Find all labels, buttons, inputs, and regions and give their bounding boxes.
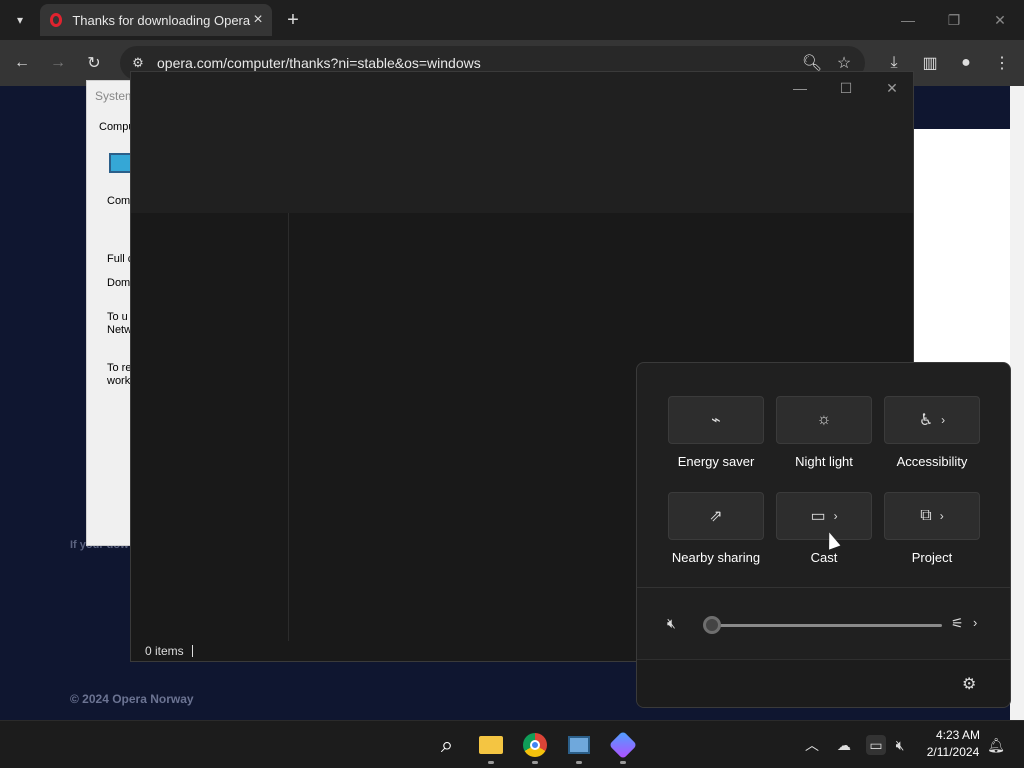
forward-button[interactable]: →	[46, 51, 70, 75]
accessibility-tile[interactable]: ♿︎ ›	[884, 396, 980, 444]
chevron-right-icon[interactable]: ›	[973, 615, 977, 630]
volume-muted-icon[interactable]: 🔇︎	[667, 615, 676, 632]
dialog-text: To re	[107, 362, 132, 374]
clock-date[interactable]: 2/11/2024	[920, 745, 986, 759]
status-separator	[192, 645, 193, 657]
night-light-icon: ☼	[816, 411, 832, 428]
cast-icon: ▭	[810, 508, 826, 525]
chrome-taskbar-icon[interactable]	[521, 731, 549, 759]
explorer-status-text: 0 items	[145, 644, 184, 658]
volume-slider-track[interactable]	[710, 624, 942, 627]
copilot-taskbar-icon[interactable]	[608, 730, 638, 760]
explorer-minimize-icon[interactable]: —	[785, 76, 815, 100]
search-icon[interactable]: ⌕	[433, 731, 461, 759]
url-text: opera.com/computer/thanks?ni=stable&os=w…	[157, 55, 481, 71]
browser-tabstrip: ▾ Thanks for downloading Opera × + — ❐ ✕	[0, 0, 1024, 40]
project-icon: ⧉	[920, 507, 932, 524]
volume-tray-icon[interactable]: 🔇︎	[890, 735, 910, 755]
minimize-icon[interactable]: —	[898, 10, 918, 30]
reload-button[interactable]: ↻	[82, 51, 106, 75]
explorer-close-icon[interactable]: ✕	[877, 76, 907, 100]
nearby-sharing-tile[interactable]: ⇗	[668, 492, 764, 540]
running-indicator	[576, 761, 582, 764]
chevron-right-icon[interactable]: ›	[940, 509, 944, 523]
dialog-title: System	[95, 89, 136, 103]
taskbar: ⌕ ︿ ☁ ▭ 🔇︎ 🔔︎	[0, 720, 1024, 768]
cast-tile[interactable]: ▭ ›	[776, 492, 872, 540]
night-light-tile[interactable]: ☼	[776, 396, 872, 444]
system-properties-taskbar-icon[interactable]	[565, 731, 593, 759]
accessibility-icon: ♿︎	[918, 412, 934, 429]
chevron-right-icon[interactable]: ›	[941, 413, 945, 427]
energy-saver-icon: ⌁	[711, 412, 721, 429]
quick-settings-footer: ⚙	[637, 659, 1010, 707]
dialog-text: work	[107, 375, 131, 387]
volume-slider-thumb[interactable]	[703, 616, 721, 634]
chevron-right-icon[interactable]: ›	[834, 509, 838, 523]
onedrive-icon[interactable]: ☁	[834, 735, 854, 755]
running-indicator	[620, 761, 626, 764]
running-indicator	[488, 761, 494, 764]
explorer-navigation-pane[interactable]	[131, 213, 289, 641]
settings-gear-icon[interactable]: ⚙	[962, 674, 976, 694]
share-icon: ⇗	[709, 508, 723, 525]
project-tile[interactable]: ⧉ ›	[884, 492, 980, 540]
restore-icon[interactable]: ❐	[944, 10, 964, 30]
accessibility-label: Accessibility	[896, 454, 968, 469]
browser-tab-active[interactable]: Thanks for downloading Opera ×	[40, 4, 272, 36]
night-light-label: Night light	[795, 454, 853, 469]
tab-title: Thanks for downloading Opera	[72, 12, 251, 28]
page-scrollbar[interactable]	[1010, 86, 1024, 720]
profile-avatar-icon[interactable]: ●	[954, 51, 978, 75]
close-window-icon[interactable]: ✕	[990, 10, 1010, 30]
file-explorer-taskbar-icon[interactable]	[477, 731, 505, 759]
quick-settings-divider	[637, 587, 1010, 588]
cast-label: Cast	[810, 550, 838, 565]
dialog-text: Netw	[107, 324, 133, 336]
back-button[interactable]: ←	[10, 51, 34, 75]
nearby-sharing-label: Nearby sharing	[671, 550, 761, 565]
page-footer: © 2024 Opera Norway	[70, 692, 194, 706]
notifications-bell-icon[interactable]: 🔔︎	[986, 735, 1006, 755]
running-indicator	[532, 761, 538, 764]
menu-kebab-icon[interactable]: ⋮	[990, 51, 1014, 75]
network-icon[interactable]: ▭	[866, 735, 886, 755]
tab-search-button[interactable]: ▾	[8, 8, 32, 32]
opera-favicon-icon	[50, 13, 63, 27]
new-tab-button[interactable]: +	[282, 9, 304, 31]
tab-close-icon[interactable]: ×	[250, 10, 266, 30]
energy-saver-label: Energy saver	[677, 454, 755, 469]
dialog-text: To u	[107, 311, 128, 323]
show-hidden-icons-chevron-icon[interactable]: ︿	[802, 735, 822, 755]
side-panel-icon[interactable]: ▥	[918, 51, 942, 75]
audio-output-icon[interactable]: ⚟	[951, 615, 964, 632]
project-label: Project	[911, 550, 953, 565]
explorer-maximize-icon[interactable]: ☐	[831, 76, 861, 100]
clock-time[interactable]: 4:23 AM	[928, 728, 988, 742]
energy-saver-tile[interactable]: ⌁	[668, 396, 764, 444]
